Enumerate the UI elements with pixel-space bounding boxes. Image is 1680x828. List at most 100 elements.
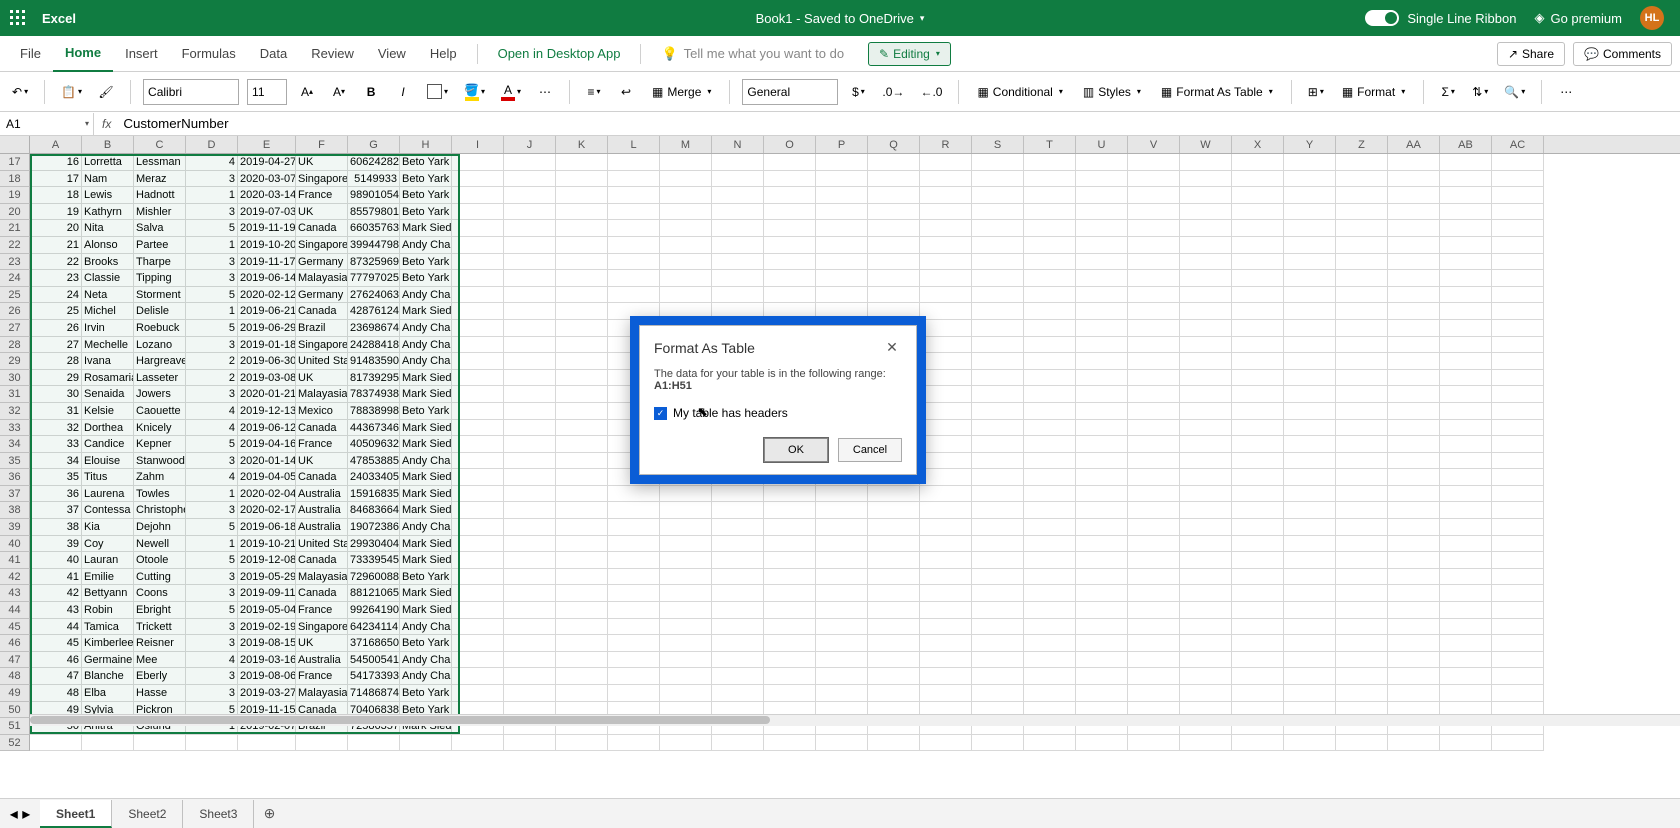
cell[interactable]	[972, 420, 1024, 437]
cell[interactable]	[1076, 204, 1128, 221]
cell[interactable]: Kelsie	[82, 403, 134, 420]
cell[interactable]: 3	[186, 171, 238, 188]
cell[interactable]	[868, 552, 920, 569]
cell[interactable]	[1024, 552, 1076, 569]
cell[interactable]	[1128, 270, 1180, 287]
cell[interactable]	[1024, 420, 1076, 437]
cell[interactable]: 3	[186, 585, 238, 602]
cell[interactable]: Knicely	[134, 420, 186, 437]
cell[interactable]: 5149933	[348, 171, 400, 188]
cell[interactable]: Elba	[82, 685, 134, 702]
cell[interactable]: Senaida	[82, 386, 134, 403]
app-launcher-icon[interactable]	[0, 0, 36, 36]
cell[interactable]	[452, 171, 504, 188]
cell[interactable]: 4	[186, 420, 238, 437]
cell[interactable]	[1492, 453, 1544, 470]
cell[interactable]	[1128, 154, 1180, 171]
cell[interactable]	[920, 436, 972, 453]
cell[interactable]	[660, 685, 712, 702]
cell[interactable]	[1388, 602, 1440, 619]
cell[interactable]	[816, 668, 868, 685]
cell[interactable]: 45	[30, 635, 82, 652]
cell[interactable]	[1180, 602, 1232, 619]
cell[interactable]	[1492, 287, 1544, 304]
cell[interactable]	[1284, 270, 1336, 287]
cell[interactable]	[452, 585, 504, 602]
cell[interactable]	[1440, 685, 1492, 702]
cell[interactable]: Germaine	[82, 652, 134, 669]
conditional-formatting-button[interactable]: ▦ Conditional▾	[971, 78, 1068, 106]
cell[interactable]: Andy Champan	[400, 237, 452, 254]
cell[interactable]: Mishler	[134, 204, 186, 221]
cell[interactable]	[868, 585, 920, 602]
cell[interactable]	[1128, 569, 1180, 586]
cell[interactable]	[816, 735, 868, 752]
cell[interactable]: Caouette	[134, 403, 186, 420]
cell[interactable]	[1128, 237, 1180, 254]
select-all-corner[interactable]	[0, 136, 30, 153]
cell[interactable]	[712, 552, 764, 569]
cell[interactable]	[1284, 502, 1336, 519]
cell[interactable]: 2019-12-13	[238, 403, 296, 420]
cell[interactable]: Mark Siedling	[400, 469, 452, 486]
cell[interactable]: Malayasia	[296, 270, 348, 287]
cell[interactable]	[1180, 486, 1232, 503]
column-header[interactable]: K	[556, 136, 608, 153]
comments-button[interactable]: 💬 Comments	[1573, 42, 1672, 66]
cell[interactable]	[868, 486, 920, 503]
cell[interactable]	[1336, 635, 1388, 652]
cell[interactable]	[556, 254, 608, 271]
cell[interactable]: 4	[186, 403, 238, 420]
cell[interactable]	[608, 619, 660, 636]
cell[interactable]	[1492, 552, 1544, 569]
column-header[interactable]: S	[972, 136, 1024, 153]
cell[interactable]	[816, 270, 868, 287]
cell[interactable]: 2019-09-11	[238, 585, 296, 602]
more-font-options-button[interactable]: ⋯	[533, 78, 557, 106]
cell[interactable]	[1076, 270, 1128, 287]
cell[interactable]	[1232, 735, 1284, 752]
cell[interactable]	[608, 635, 660, 652]
cell[interactable]	[660, 519, 712, 536]
cell[interactable]	[504, 635, 556, 652]
cell[interactable]	[1336, 403, 1388, 420]
cell[interactable]	[660, 602, 712, 619]
cell[interactable]	[712, 486, 764, 503]
cell[interactable]	[764, 171, 816, 188]
open-in-desktop-button[interactable]: Open in Desktop App	[486, 36, 633, 72]
cell[interactable]	[1388, 204, 1440, 221]
cell[interactable]	[1284, 536, 1336, 553]
cell[interactable]	[920, 652, 972, 669]
cell[interactable]	[920, 569, 972, 586]
cell[interactable]	[1336, 204, 1388, 221]
tab-help[interactable]: Help	[418, 36, 469, 72]
cell[interactable]	[1388, 668, 1440, 685]
cell[interactable]	[1336, 154, 1388, 171]
cell[interactable]	[1440, 585, 1492, 602]
row-header[interactable]: 24	[0, 270, 30, 287]
cell[interactable]	[972, 287, 1024, 304]
cell[interactable]	[1076, 735, 1128, 752]
cell[interactable]	[920, 619, 972, 636]
name-box[interactable]: A1	[0, 113, 94, 135]
cell[interactable]	[660, 204, 712, 221]
cell[interactable]	[1128, 287, 1180, 304]
row-header[interactable]: 35	[0, 453, 30, 470]
cell[interactable]	[1284, 519, 1336, 536]
cell[interactable]	[504, 735, 556, 752]
cell[interactable]	[1336, 237, 1388, 254]
cell[interactable]	[1284, 602, 1336, 619]
cell[interactable]: 54500541	[348, 652, 400, 669]
wrap-text-button[interactable]: ↩	[614, 78, 638, 106]
cell[interactable]	[608, 552, 660, 569]
tab-home[interactable]: Home	[53, 36, 113, 72]
cell[interactable]	[1076, 320, 1128, 337]
cell[interactable]: Mark Siedling	[400, 486, 452, 503]
cell[interactable]	[764, 220, 816, 237]
cell[interactable]	[816, 220, 868, 237]
cell[interactable]	[452, 154, 504, 171]
cell[interactable]: 47853885	[348, 453, 400, 470]
borders-button[interactable]: ▾	[423, 78, 452, 106]
cell[interactable]	[1492, 154, 1544, 171]
cell[interactable]	[1336, 619, 1388, 636]
